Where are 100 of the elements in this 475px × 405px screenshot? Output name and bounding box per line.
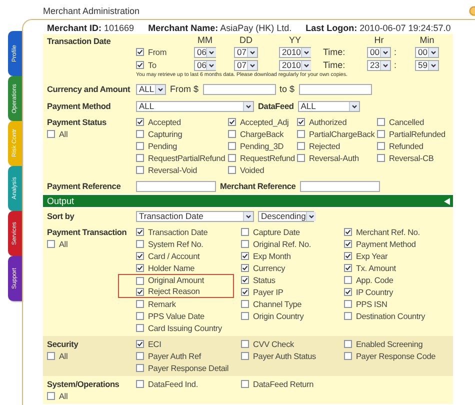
checkbox-label[interactable]: Accepted_Adj [240, 118, 289, 126]
checkbox[interactable] [136, 264, 144, 272]
dropdown[interactable]: 23 [367, 60, 391, 70]
checkbox-label[interactable]: RequestPartialRefund [148, 154, 226, 162]
checkbox-label[interactable]: Card Issuing Country [148, 324, 222, 332]
checkbox[interactable] [241, 340, 249, 348]
checkbox-label[interactable]: ECI [148, 340, 162, 348]
checkbox-label[interactable]: PPS Value Date [148, 312, 204, 320]
checkbox[interactable] [136, 300, 144, 308]
checkbox[interactable] [136, 228, 144, 236]
checkbox[interactable] [136, 324, 144, 332]
checkbox[interactable] [136, 380, 144, 388]
checkbox[interactable] [376, 130, 385, 138]
checkbox-label[interactable]: Voided [240, 166, 264, 174]
checkbox-label[interactable]: Currency [253, 264, 286, 272]
checkbox[interactable] [136, 364, 144, 372]
dropdown[interactable]: 06 [194, 46, 216, 58]
checkbox-label[interactable]: Channel Type [253, 300, 302, 308]
checkbox[interactable] [47, 392, 55, 400]
checkbox-label[interactable]: IP Country [356, 288, 394, 296]
checkbox-label[interactable]: Pending [148, 142, 177, 150]
checkbox[interactable] [241, 300, 249, 308]
checkbox-label[interactable]: App. Code [356, 276, 394, 284]
checkbox-label[interactable]: Payer IP [253, 288, 284, 296]
checkbox-label[interactable]: Card / Account [148, 252, 200, 260]
dropdown[interactable]: ALL [136, 84, 166, 94]
dropdown[interactable]: Descending [258, 210, 314, 222]
checkbox-label[interactable]: Capture Date [253, 228, 300, 236]
checkbox[interactable] [241, 240, 249, 248]
checkbox-label[interactable]: All [59, 240, 68, 248]
section-header-bar[interactable]: Output [43, 195, 453, 207]
checkbox-label[interactable]: Refunded [388, 142, 424, 150]
dropdown[interactable]: 2010 [279, 60, 311, 70]
checkbox-label[interactable]: Holder Name [148, 264, 195, 272]
checkbox-label[interactable]: Pending_3D [240, 142, 284, 150]
checkbox[interactable] [296, 154, 305, 162]
checkbox-label[interactable]: Transaction Date [148, 228, 208, 236]
checkbox-label[interactable]: Original Amount [148, 276, 204, 285]
checkbox-label[interactable]: System Ref No. [148, 240, 204, 248]
checkbox-label[interactable]: Tx. Amount [356, 264, 396, 272]
checkbox[interactable] [47, 352, 55, 360]
dropdown[interactable]: 59 [415, 60, 439, 70]
checkbox[interactable] [344, 264, 352, 272]
checkbox[interactable] [344, 252, 352, 260]
input-field[interactable] [298, 84, 372, 94]
checkbox[interactable] [136, 142, 144, 150]
checkbox[interactable] [136, 61, 144, 69]
checkbox-label[interactable]: Exp Month [253, 252, 291, 260]
dropdown[interactable]: 07 [234, 60, 258, 70]
checkbox[interactable] [344, 288, 352, 296]
dropdown[interactable]: ALL [136, 100, 254, 112]
checkbox[interactable] [228, 130, 236, 138]
checkbox[interactable] [241, 252, 249, 260]
checkbox-label[interactable]: Remark [148, 300, 176, 308]
checkbox-label[interactable]: To [148, 60, 156, 70]
checkbox[interactable] [228, 142, 236, 150]
checkbox-label[interactable]: Original Ref. No. [253, 240, 311, 248]
checkbox-label[interactable]: Payer Response Detail [148, 364, 229, 372]
checkbox-label[interactable]: Destination Country [356, 312, 426, 320]
dropdown[interactable]: 00 [415, 46, 439, 58]
checkbox[interactable] [344, 240, 352, 248]
checkbox-label[interactable]: From [148, 48, 167, 56]
checkbox[interactable] [296, 130, 305, 138]
checkbox-label[interactable]: PartialRefunded [388, 130, 446, 138]
checkbox-label[interactable]: Capturing [148, 130, 182, 138]
checkbox[interactable] [136, 288, 144, 296]
checkbox[interactable] [47, 130, 55, 138]
input-field[interactable] [202, 84, 276, 94]
checkbox-label[interactable]: Payer Auth Status [253, 352, 316, 360]
checkbox[interactable] [241, 276, 249, 284]
checkbox[interactable] [136, 166, 144, 174]
checkbox[interactable] [136, 130, 144, 138]
checkbox[interactable] [296, 142, 305, 150]
dropdown[interactable]: 07 [234, 46, 258, 58]
checkbox[interactable] [344, 340, 352, 348]
checkbox-label[interactable]: Exp Year [356, 252, 388, 260]
checkbox-label[interactable]: Reversal-Auth [308, 154, 359, 162]
checkbox-label[interactable]: Reject Reason [148, 287, 200, 296]
checkbox[interactable] [376, 142, 385, 150]
dropdown[interactable]: 06 [194, 60, 216, 70]
checkbox[interactable] [376, 154, 385, 162]
checkbox[interactable] [241, 380, 249, 388]
checkbox-label[interactable]: DataFeed Return [253, 380, 314, 388]
checkbox-label[interactable]: Reversal-CB [388, 154, 434, 162]
checkbox-label[interactable]: CVV Check [253, 340, 294, 348]
checkbox-label[interactable]: Origin Country [253, 312, 304, 320]
checkbox-label[interactable]: DataFeed Ind. [148, 380, 198, 388]
checkbox[interactable] [241, 228, 249, 236]
checkbox-label[interactable]: Payer Auth Ref [148, 352, 201, 360]
checkbox-label[interactable]: Status [253, 276, 276, 284]
checkbox[interactable] [136, 118, 144, 126]
checkbox[interactable] [344, 352, 352, 360]
checkbox-label[interactable]: Rejected [308, 142, 340, 150]
input-field[interactable] [300, 180, 380, 192]
checkbox-label[interactable]: Cancelled [388, 118, 424, 126]
checkbox[interactable] [344, 312, 352, 320]
checkbox[interactable] [228, 118, 236, 126]
dropdown[interactable]: 2010 [279, 46, 311, 58]
checkbox[interactable] [136, 252, 144, 260]
checkbox-label[interactable]: Payer Response Code [356, 352, 436, 360]
